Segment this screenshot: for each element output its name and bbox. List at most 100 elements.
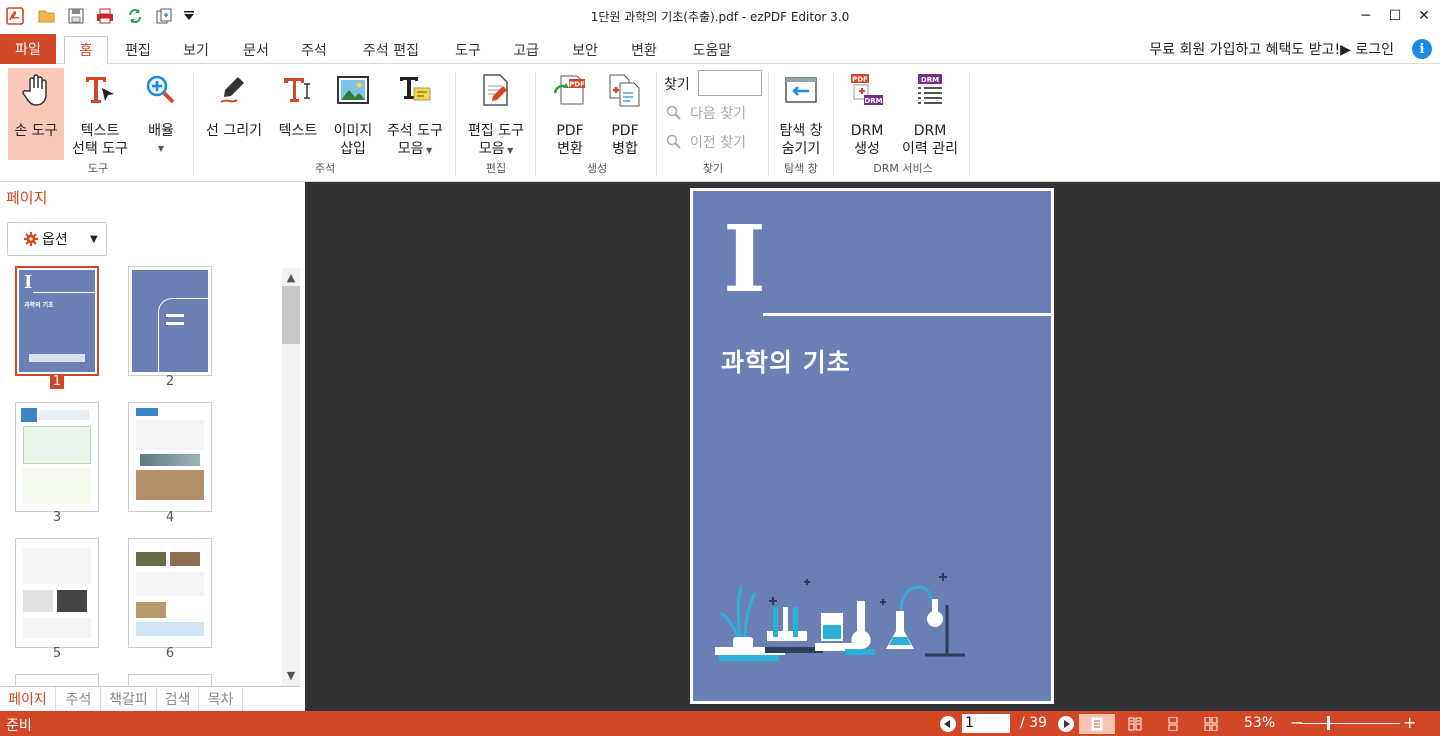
tab-security[interactable]: 보안 — [563, 36, 607, 64]
thumbnail-page-7[interactable] — [15, 674, 99, 686]
quick-access-dropdown-icon[interactable] — [180, 7, 198, 25]
tab-toc[interactable]: 목차 — [199, 687, 243, 711]
tab-help[interactable]: 도움말 — [683, 36, 741, 64]
thumbnail-page-4[interactable] — [128, 402, 212, 512]
tab-advanced[interactable]: 고급 — [504, 36, 548, 64]
maximize-button[interactable]: ☐ — [1385, 6, 1405, 26]
pdf-merge-icon — [607, 72, 643, 108]
zoom-button[interactable]: 배율 ▼ — [138, 68, 184, 160]
thumb-image — [140, 454, 200, 466]
text-select-label-2: 선택 도구 — [72, 141, 128, 157]
page-copy-icon[interactable] — [155, 7, 173, 25]
annotation-tools-button[interactable]: 주석 도구 모음 ▼ — [380, 68, 450, 160]
tab-tools[interactable]: 도구 — [446, 36, 490, 64]
scroll-down-icon[interactable]: ▼ — [282, 666, 300, 684]
find-prev-icon — [666, 134, 681, 149]
tab-pages[interactable]: 페이지 — [0, 687, 56, 711]
text-select-label-1: 텍스트 — [80, 123, 120, 139]
image-insert-button[interactable]: 이미지 삽입 — [328, 68, 378, 160]
signup-login-link[interactable]: 무료 회원 가입하고 혜택도 받고!▶ 로그인 — [1149, 39, 1394, 59]
nav-pane-hide-button[interactable]: 탐색 창 숨기기 — [772, 68, 830, 160]
grid-view-button[interactable] — [1193, 714, 1229, 734]
ribbon-divider — [656, 72, 657, 176]
tab-edit[interactable]: 편집 — [116, 36, 160, 64]
hand-icon — [18, 72, 54, 108]
find-prev-button[interactable]: 이전 찾기 — [666, 132, 746, 152]
text-t-icon — [280, 72, 316, 108]
ribbon-divider — [193, 72, 194, 176]
close-button[interactable]: ✕ — [1414, 6, 1434, 26]
thumbnail-page-5[interactable] — [15, 538, 99, 648]
find-next-icon — [666, 105, 681, 120]
tab-annotations[interactable]: 주석 — [57, 687, 101, 711]
save-icon[interactable] — [67, 7, 85, 25]
page-total: / 39 — [1020, 715, 1047, 731]
ribbon-divider — [969, 72, 970, 176]
find-input[interactable] — [698, 70, 762, 96]
refresh-icon[interactable] — [126, 7, 144, 25]
print-icon[interactable] — [96, 7, 114, 25]
find-next-label: 다음 찾기 — [690, 106, 746, 122]
thumbnail-page-3[interactable] — [15, 402, 99, 512]
pdf-convert-button[interactable]: PDF PDF 변환 — [542, 68, 598, 160]
pen-icon — [216, 72, 252, 108]
tab-file[interactable]: 파일 — [0, 34, 56, 64]
tab-search[interactable]: 검색 — [157, 687, 199, 711]
zoom-magnifier-icon — [143, 72, 179, 108]
line-draw-button[interactable]: 선 그리기 — [200, 68, 268, 160]
drm-history-label-1: DRM — [913, 123, 947, 139]
document-viewer[interactable]: I 과학의 기초 — [305, 182, 1440, 711]
text-select-tool-button[interactable]: 텍스트 선택 도구 — [64, 68, 136, 160]
drm-history-icon: DRM — [912, 72, 948, 108]
thumbnail-number: 6 — [165, 646, 175, 661]
tab-annotation-edit[interactable]: 주석 편집 — [350, 36, 432, 64]
info-icon[interactable]: i — [1412, 39, 1432, 59]
tab-home[interactable]: 홈 — [64, 36, 108, 64]
text-annotation-button[interactable]: 텍스트 — [272, 68, 324, 160]
single-page-icon — [1091, 717, 1103, 731]
prev-page-button[interactable] — [940, 716, 956, 732]
thumb-line — [166, 322, 184, 325]
page-number-input[interactable]: 1 — [962, 714, 1010, 733]
minimize-button[interactable]: ─ — [1356, 6, 1376, 26]
status-text: 준비 — [6, 718, 32, 734]
pdf-merge-button[interactable]: PDF 병합 — [598, 68, 652, 160]
thumbnail-page-6[interactable] — [128, 538, 212, 648]
zoom-slider[interactable] — [1300, 723, 1400, 724]
tab-view[interactable]: 보기 — [174, 36, 218, 64]
single-page-view-button[interactable] — [1079, 714, 1115, 734]
find-next-button[interactable]: 다음 찾기 — [666, 103, 746, 123]
next-page-button[interactable] — [1058, 716, 1074, 732]
drm-create-label-2: 생성 — [854, 141, 880, 157]
tab-convert[interactable]: 변환 — [622, 36, 666, 64]
scrollbar-thumb[interactable] — [282, 286, 300, 344]
drm-history-button[interactable]: DRM DRM 이력 관리 — [894, 68, 966, 160]
tab-annotation[interactable]: 주석 — [292, 36, 336, 64]
thumb-illustration — [29, 354, 85, 362]
nav-pane-label-2: 숨기기 — [781, 141, 821, 157]
two-page-icon — [1128, 717, 1142, 731]
hand-tool-button[interactable]: 손 도구 — [8, 68, 64, 160]
thumbnail-page-1[interactable]: I 과학의 기초 — [15, 266, 99, 376]
thumbnail-number: 1 — [15, 374, 99, 389]
drm-create-button[interactable]: PDF DRM DRM 생성 — [840, 68, 894, 160]
two-page-view-button[interactable] — [1117, 714, 1153, 734]
continuous-view-button[interactable] — [1155, 714, 1191, 734]
zoom-label: 배율 — [148, 123, 174, 139]
options-button[interactable]: 옵션 ▼ — [7, 222, 107, 256]
tab-bookmarks[interactable]: 책갈피 — [101, 687, 157, 711]
thumb-title: 과학의 기초 — [24, 302, 54, 309]
zoom-in-button[interactable]: + — [1403, 713, 1416, 732]
thumbnail-page-2[interactable] — [128, 266, 212, 376]
pages-panel: 페이지 옵션 ▼ I 과학의 기초 1 2 3 4 5 6 ▲ ▼ 페이지 주석… — [0, 182, 304, 711]
scroll-up-icon[interactable]: ▲ — [282, 268, 300, 286]
thumb-image — [136, 602, 166, 618]
triangle-right-icon — [1064, 720, 1070, 728]
tab-document[interactable]: 문서 — [234, 36, 278, 64]
edit-tools-button[interactable]: 편집 도구 모음 ▼ — [460, 68, 532, 160]
thumbnail-page-8[interactable] — [128, 674, 212, 686]
thumb-text — [23, 618, 91, 638]
thumbnail-cover: I 과학의 기초 — [19, 270, 95, 372]
zoom-slider-handle[interactable] — [1327, 716, 1330, 730]
open-folder-icon[interactable] — [38, 7, 56, 25]
